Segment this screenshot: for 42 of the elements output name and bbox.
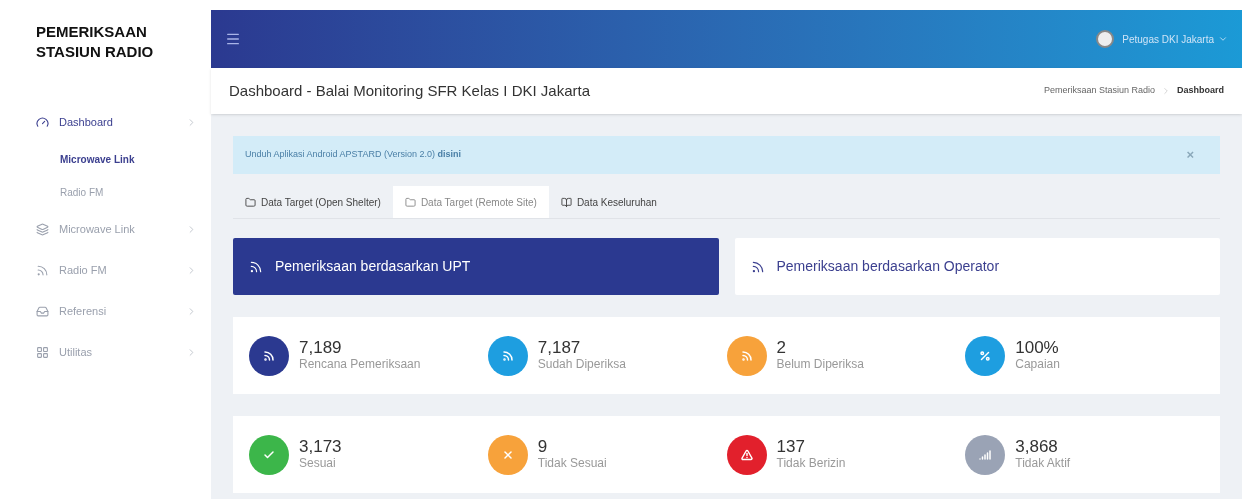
- sidebar-subitem[interactable]: Microwave Link: [36, 143, 197, 176]
- stat-value: 3,173: [299, 437, 342, 455]
- rss-icon: [750, 259, 765, 274]
- stat-value: 137: [776, 437, 806, 455]
- stat-label: Belum Diperiksa: [776, 355, 864, 373]
- layers-icon: [36, 223, 49, 236]
- caret-icon: [1218, 34, 1228, 44]
- stat-label: Sudah Diperiksa: [537, 355, 626, 373]
- breadcrumb-link[interactable]: Dashboard: [1177, 84, 1224, 98]
- stat-label: Tidak Aktif: [1015, 454, 1071, 472]
- sidebar-item[interactable]: Dashboard: [36, 102, 197, 143]
- rss-icon: [36, 264, 49, 277]
- stat-label: Tidak Sesuai: [537, 454, 607, 472]
- chevron-icon: [1161, 86, 1171, 96]
- tab[interactable]: Data Target (Open Shelter): [233, 186, 393, 218]
- tab[interactable]: Data Target (Remote Site): [392, 186, 549, 218]
- stat-value: 7,189: [299, 338, 343, 356]
- stat-label: Tidak Berizin: [776, 454, 846, 472]
- breadcrumb-link[interactable]: Pemeriksaan Stasiun Radio: [1043, 84, 1155, 98]
- stat-label: Capaian: [1015, 355, 1060, 373]
- stat-value: 3,868: [1015, 437, 1059, 455]
- gauge-icon: [36, 116, 49, 129]
- user-avatar-icon: [1096, 30, 1115, 48]
- mode-button[interactable]: Pemeriksaan berdasarkan UPT: [233, 238, 719, 295]
- stat-value: 9: [537, 437, 549, 455]
- book-icon: [560, 196, 572, 208]
- menu-icon[interactable]: [225, 31, 241, 47]
- stat-label: Sesuai: [299, 454, 337, 472]
- alert-text: Unduh Aplikasi Android APSTARD (Version 2.0) disini: [245, 148, 462, 162]
- folder-icon: [245, 196, 256, 208]
- rss-icon: [249, 259, 263, 274]
- stat-value: 2: [776, 338, 787, 356]
- page-title: Dashboard - Balai Monitoring SFR Kelas I DKI Jakarta: [229, 80, 591, 101]
- grid-icon: [36, 346, 49, 359]
- tab[interactable]: Data Keseluruhan: [548, 186, 669, 218]
- mode-button[interactable]: Pemeriksaan berdasarkan Operator: [734, 238, 1220, 295]
- stat-value: 100%: [1015, 338, 1060, 356]
- brand-title: PEMERIKSAAN STASIUN RADIO: [36, 22, 155, 62]
- stat-value: 7,187: [537, 338, 582, 356]
- inbox-icon: [36, 305, 49, 318]
- stat-label: Rencana Pemeriksaan: [299, 355, 421, 373]
- folder-icon: [404, 196, 416, 208]
